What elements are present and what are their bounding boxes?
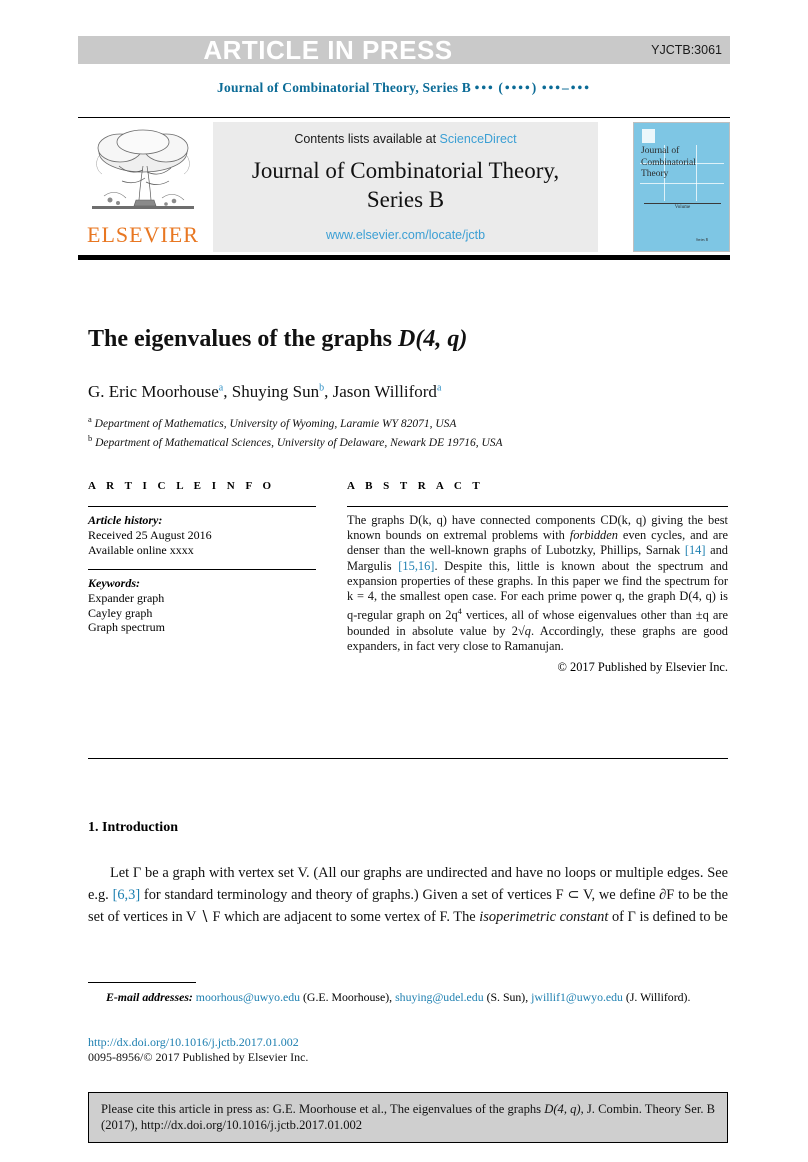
- email-link[interactable]: shuying@udel.edu: [395, 990, 484, 1004]
- email-link[interactable]: moorhous@uwyo.edu: [196, 990, 300, 1004]
- running-head-volume: •••: [474, 80, 495, 95]
- running-head-year: (••••): [498, 80, 539, 95]
- cite-line-1b: , J.: [580, 1102, 595, 1116]
- article-in-press-banner: ARTICLE IN PRESS YJCTB:3061: [78, 36, 730, 64]
- keyword-item: Cayley graph: [88, 605, 153, 620]
- contents-panel: Contents lists available at ScienceDirec…: [213, 122, 598, 252]
- author-affiliation-mark: a: [436, 382, 442, 394]
- author-list: G. Eric Moorhousea, Shuying Sunb, Jason …: [88, 382, 728, 402]
- article-info-column: A R T I C L E I N F O Article history: R…: [88, 480, 316, 635]
- affiliation-list: a Department of Mathematics, University …: [88, 412, 688, 450]
- affiliation-text: Department of Mathematical Sciences, Uni…: [95, 436, 503, 449]
- article-history-label: Article history:: [88, 513, 163, 527]
- paper-page: ARTICLE IN PRESS YJCTB:3061 Journal of C…: [0, 0, 808, 1162]
- masthead-bottom-rule: [78, 255, 730, 260]
- keyword-item: Expander graph: [88, 591, 165, 605]
- journal-title-line2: Series B: [366, 187, 445, 212]
- affiliation-mark: b: [88, 432, 93, 443]
- introduction-paragraph: Let Γ be a graph with vertex set V. (All…: [88, 862, 728, 928]
- article-history-received: Received 25 August 2016: [88, 528, 212, 542]
- affiliation-text: Department of Mathematics, University of…: [94, 417, 457, 430]
- abstract-rule: [347, 506, 728, 507]
- cover-title-text: Journal of Combinatorial Theory: [641, 146, 725, 181]
- email-end: .: [687, 990, 691, 1004]
- page-title: The eigenvalues of the graphs D(4, q): [88, 326, 728, 353]
- article-in-press-label: ARTICLE IN PRESS: [203, 35, 453, 65]
- abstract-sqrt: √q: [517, 623, 531, 638]
- cite-this-article-box: Please cite this article in press as: G.…: [88, 1092, 728, 1143]
- cover-title-line2: Combinatorial: [641, 157, 696, 168]
- elsevier-tree-icon: [92, 129, 194, 209]
- page-title-text: The eigenvalues of the graphs: [88, 326, 399, 353]
- author-sep: ,: [223, 382, 232, 401]
- journal-homepage-link[interactable]: www.elsevier.com/locate/jctb: [213, 228, 598, 242]
- article-info-rule: [88, 506, 316, 507]
- contents-lists-line: Contents lists available at ScienceDirec…: [213, 132, 598, 146]
- affiliation-item: a Department of Mathematics, University …: [88, 412, 688, 431]
- issn-copyright-line: 0095-8956/© 2017 Published by Elsevier I…: [88, 1050, 309, 1064]
- author-sep: ,: [324, 382, 333, 401]
- elsevier-logo: ELSEVIER: [78, 122, 208, 252]
- keyword-item: Graph spectrum: [88, 620, 165, 634]
- masthead-top-rule: [78, 117, 730, 118]
- cover-footer-text: Series B: [695, 238, 709, 242]
- running-head-journal: Journal of Combinatorial Theory, Series …: [217, 80, 472, 95]
- section-heading: 1. Introduction: [88, 820, 178, 836]
- email-owner: (G.E. Moorhouse): [303, 990, 390, 1004]
- keywords-label: Keywords:: [88, 576, 140, 590]
- abstract-text: The graphs D(k, q) have connected compon…: [347, 513, 728, 654]
- abstract-emphasis: forbidden: [569, 528, 618, 543]
- email-owner: (J. Williford): [625, 990, 688, 1004]
- email-sep: ,: [525, 990, 529, 1004]
- cover-divider: [644, 203, 721, 204]
- abstract-heading: A B S T R A C T: [347, 480, 484, 492]
- contents-lists-prefix: Contents lists available at: [294, 132, 437, 146]
- journal-title: Journal of Combinatorial Theory, Series …: [213, 156, 598, 214]
- article-code-label: YJCTB:3061: [651, 43, 722, 57]
- running-head-pages: •••–•••: [541, 80, 591, 95]
- abstract-column: A B S T R A C T The graphs D(k, q) have …: [347, 480, 728, 675]
- cover-grid-line: [640, 183, 724, 184]
- affiliation-item: b Department of Mathematical Sciences, U…: [88, 431, 688, 450]
- body-citation-ref[interactable]: [6,3]: [113, 887, 141, 903]
- affiliation-mark: a: [88, 414, 92, 424]
- elsevier-wordmark: ELSEVIER: [87, 222, 199, 247]
- doi-link[interactable]: http://dx.doi.org/10.1016/j.jctb.2017.01…: [88, 1035, 299, 1050]
- author-name: Jason Williford: [332, 382, 437, 401]
- cite-line-1a: Please cite this article in press as: G.…: [101, 1102, 545, 1116]
- body-emphasis: isoperimetric constant: [479, 909, 609, 925]
- article-info-heading: A R T I C L E I N F O: [88, 480, 276, 492]
- email-addresses-label: E-mail addresses:: [106, 990, 193, 1004]
- footnote-emails: E-mail addresses: moorhous@uwyo.edu (G.E…: [88, 990, 728, 1005]
- masthead: ELSEVIER Contents lists available at Sci…: [78, 122, 730, 252]
- running-head: Journal of Combinatorial Theory, Series …: [0, 80, 808, 96]
- journal-cover-thumbnail: Journal of Combinatorial Theory Volume S…: [633, 122, 730, 252]
- body-part: of Γ is defined to be: [608, 909, 728, 925]
- page-title-math: D(4, q): [398, 326, 468, 353]
- keywords-rule: [88, 569, 316, 570]
- article-history-online: Available online xxxx: [88, 542, 194, 557]
- author-name: Shuying Sun: [231, 382, 320, 401]
- abstract-copyright: © 2017 Published by Elsevier Inc.: [557, 659, 728, 674]
- cover-title-line3: Theory: [641, 169, 669, 179]
- sciencedirect-link[interactable]: ScienceDirect: [440, 132, 517, 146]
- body-separator-rule: [88, 758, 728, 759]
- journal-title-line1: Journal of Combinatorial Theory,: [251, 158, 560, 183]
- footnote-rule: [88, 982, 196, 983]
- cover-volume-label: Volume: [674, 205, 691, 210]
- cover-title-line1: Journal of: [641, 146, 680, 156]
- section-number: 1.: [88, 820, 99, 835]
- abstract-citation-ref[interactable]: [14]: [685, 543, 706, 557]
- email-owner: (S. Sun): [486, 990, 526, 1004]
- section-title: Introduction: [102, 820, 178, 835]
- abstract-citation-ref[interactable]: [15,16]: [398, 559, 434, 573]
- email-link[interactable]: jwillif1@uwyo.edu: [531, 990, 623, 1004]
- author-name: G. Eric Moorhouse: [88, 382, 219, 401]
- cite-line-math: D(4, q): [544, 1102, 581, 1116]
- cover-emblem-icon: [642, 129, 655, 143]
